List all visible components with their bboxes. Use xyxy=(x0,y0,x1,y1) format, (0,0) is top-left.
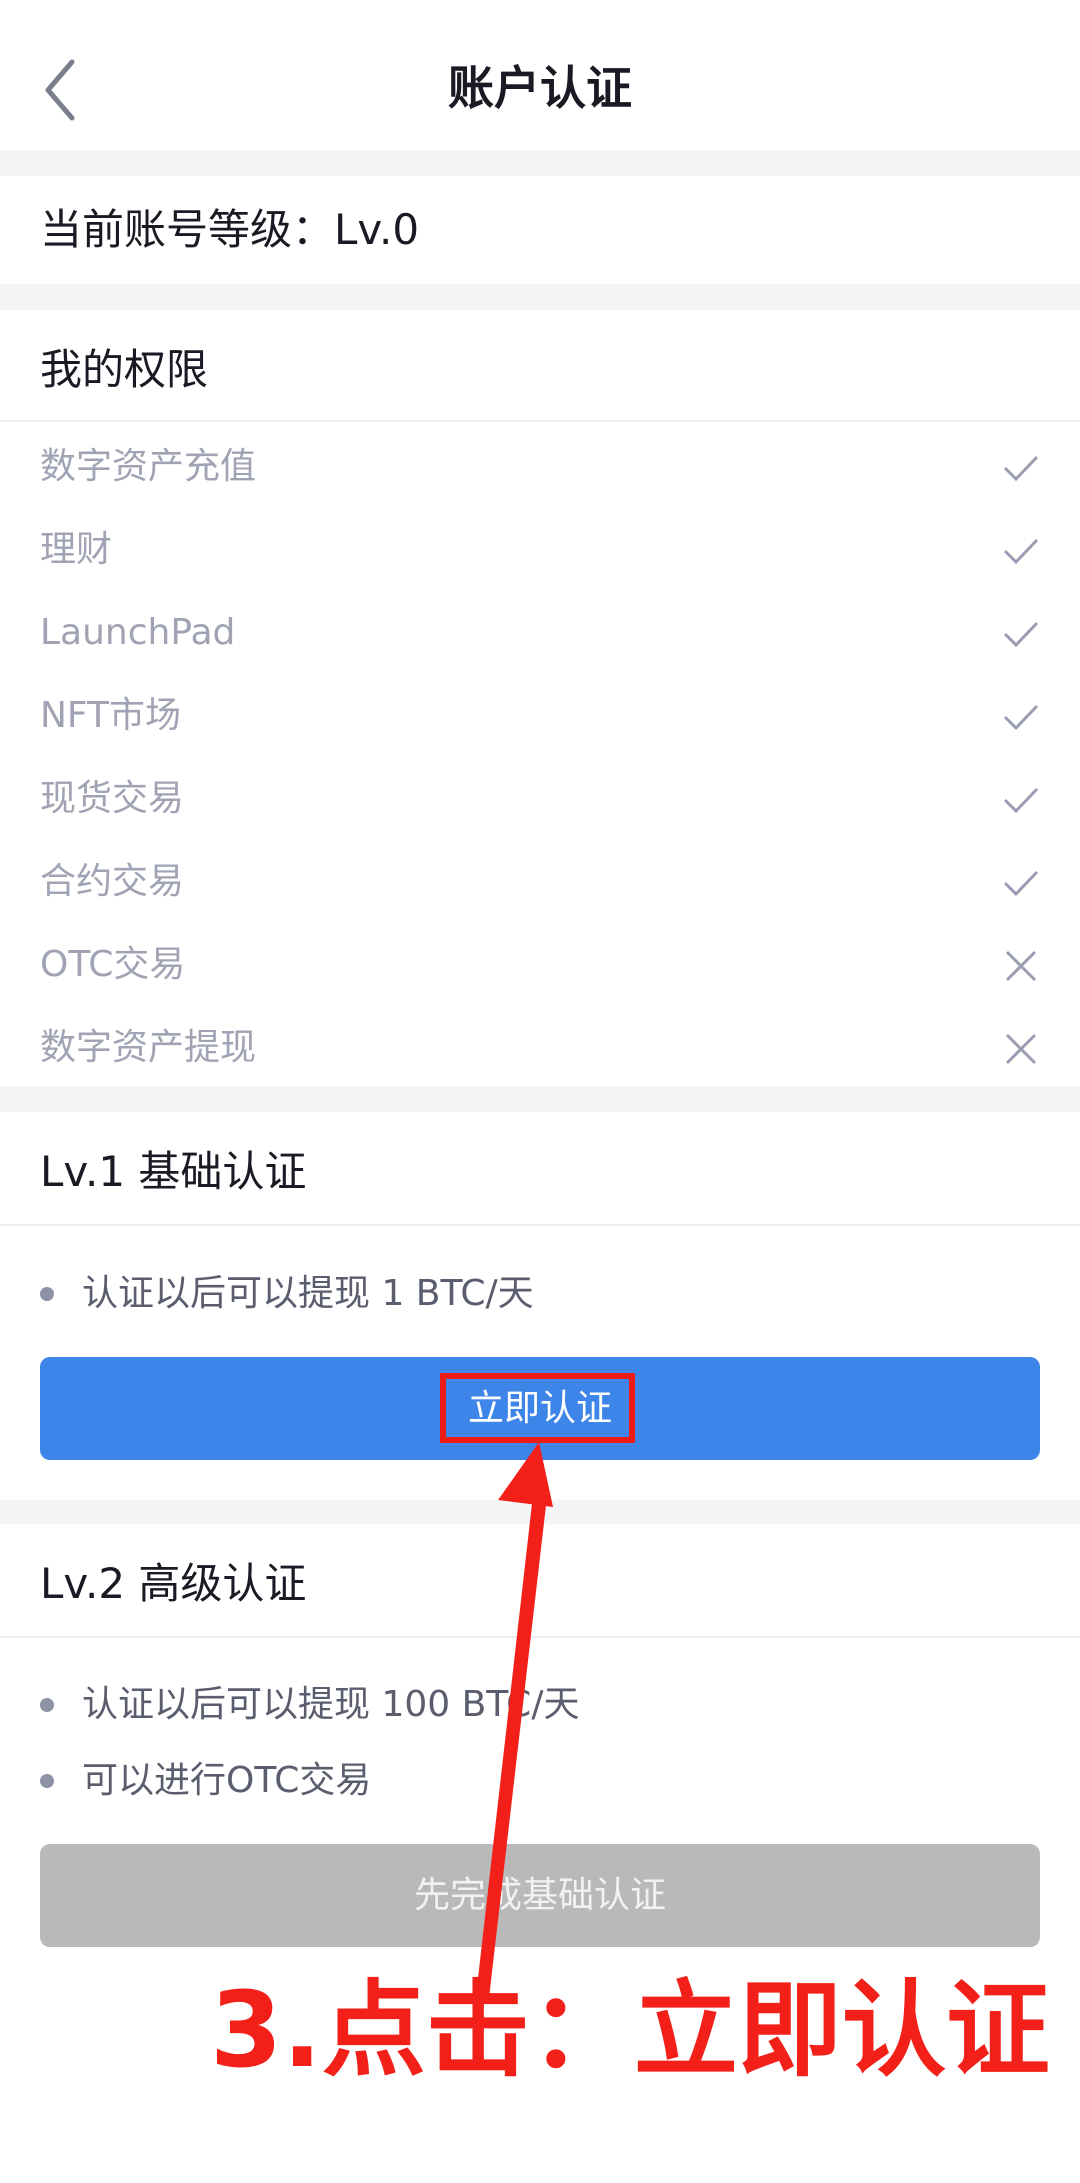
permissions-title: 我的权限 xyxy=(40,345,209,394)
check-icon xyxy=(1003,621,1039,648)
permission-label: LaunchPad xyxy=(40,612,236,653)
permission-label: 数字资产充值 xyxy=(40,446,257,487)
permission-row: LaunchPad xyxy=(0,593,1080,676)
permission-row: NFT市场 xyxy=(0,676,1080,759)
permission-row: 理财 xyxy=(0,510,1080,593)
check-icon xyxy=(1003,538,1039,565)
check-icon xyxy=(1003,787,1039,814)
permission-label: 理财 xyxy=(40,529,113,570)
account-level-label: 当前账号等级：Lv.0 xyxy=(40,205,420,254)
permission-label: NFT市场 xyxy=(40,695,181,736)
list-item: 认证以后可以提现 100 BTC/天 xyxy=(0,1675,1080,1735)
lv1-benefit-text: 认证以后可以提现 1 BTC/天 xyxy=(82,1273,534,1314)
permission-row: 数字资产充值 xyxy=(0,427,1080,510)
permission-label: OTC交易 xyxy=(40,944,186,985)
check-icon xyxy=(1003,704,1039,731)
list-item: 可以进行OTC交易 xyxy=(0,1751,1080,1811)
lv2-title: Lv.2 高级认证 xyxy=(40,1559,307,1608)
cross-icon xyxy=(1005,950,1037,982)
permission-label: 现货交易 xyxy=(40,778,185,819)
check-icon xyxy=(1003,455,1039,482)
page-title: 账户认证 xyxy=(448,61,632,115)
bullet-dot xyxy=(40,1698,54,1712)
divider xyxy=(0,1224,1080,1226)
lv2-benefit-text: 认证以后可以提现 100 BTC/天 xyxy=(82,1684,580,1725)
permission-label: 数字资产提现 xyxy=(40,1027,257,1068)
cross-icon xyxy=(1005,1033,1037,1065)
divider xyxy=(0,1636,1080,1638)
top-nav-bar: 账户认证 xyxy=(0,0,1080,150)
annotation-text: 3.点击：立即认证 xyxy=(210,1969,1050,2091)
highlight-box xyxy=(440,1373,635,1443)
lv2-benefit-text: 可以进行OTC交易 xyxy=(82,1760,372,1801)
lv1-title: Lv.1 基础认证 xyxy=(40,1147,307,1196)
complete-basic-verification-button[interactable]: 先完成基础认证 xyxy=(40,1844,1040,1947)
permissions-section: 我的权限 数字资产充值 理财 LaunchPad NFT市场 现货交易 合约交易… xyxy=(0,310,1080,1086)
permission-row: OTC交易 xyxy=(0,925,1080,1008)
list-item: 认证以后可以提现 1 BTC/天 xyxy=(0,1264,1080,1324)
check-icon xyxy=(1003,870,1039,897)
account-level-section: 当前账号等级：Lv.0 xyxy=(0,176,1080,284)
bullet-dot xyxy=(40,1287,54,1301)
permission-label: 合约交易 xyxy=(40,861,185,902)
bullet-dot xyxy=(40,1774,54,1788)
divider xyxy=(0,420,1080,422)
permission-row: 合约交易 xyxy=(0,842,1080,925)
permission-row: 数字资产提现 xyxy=(0,1008,1080,1091)
permission-row: 现货交易 xyxy=(0,759,1080,842)
